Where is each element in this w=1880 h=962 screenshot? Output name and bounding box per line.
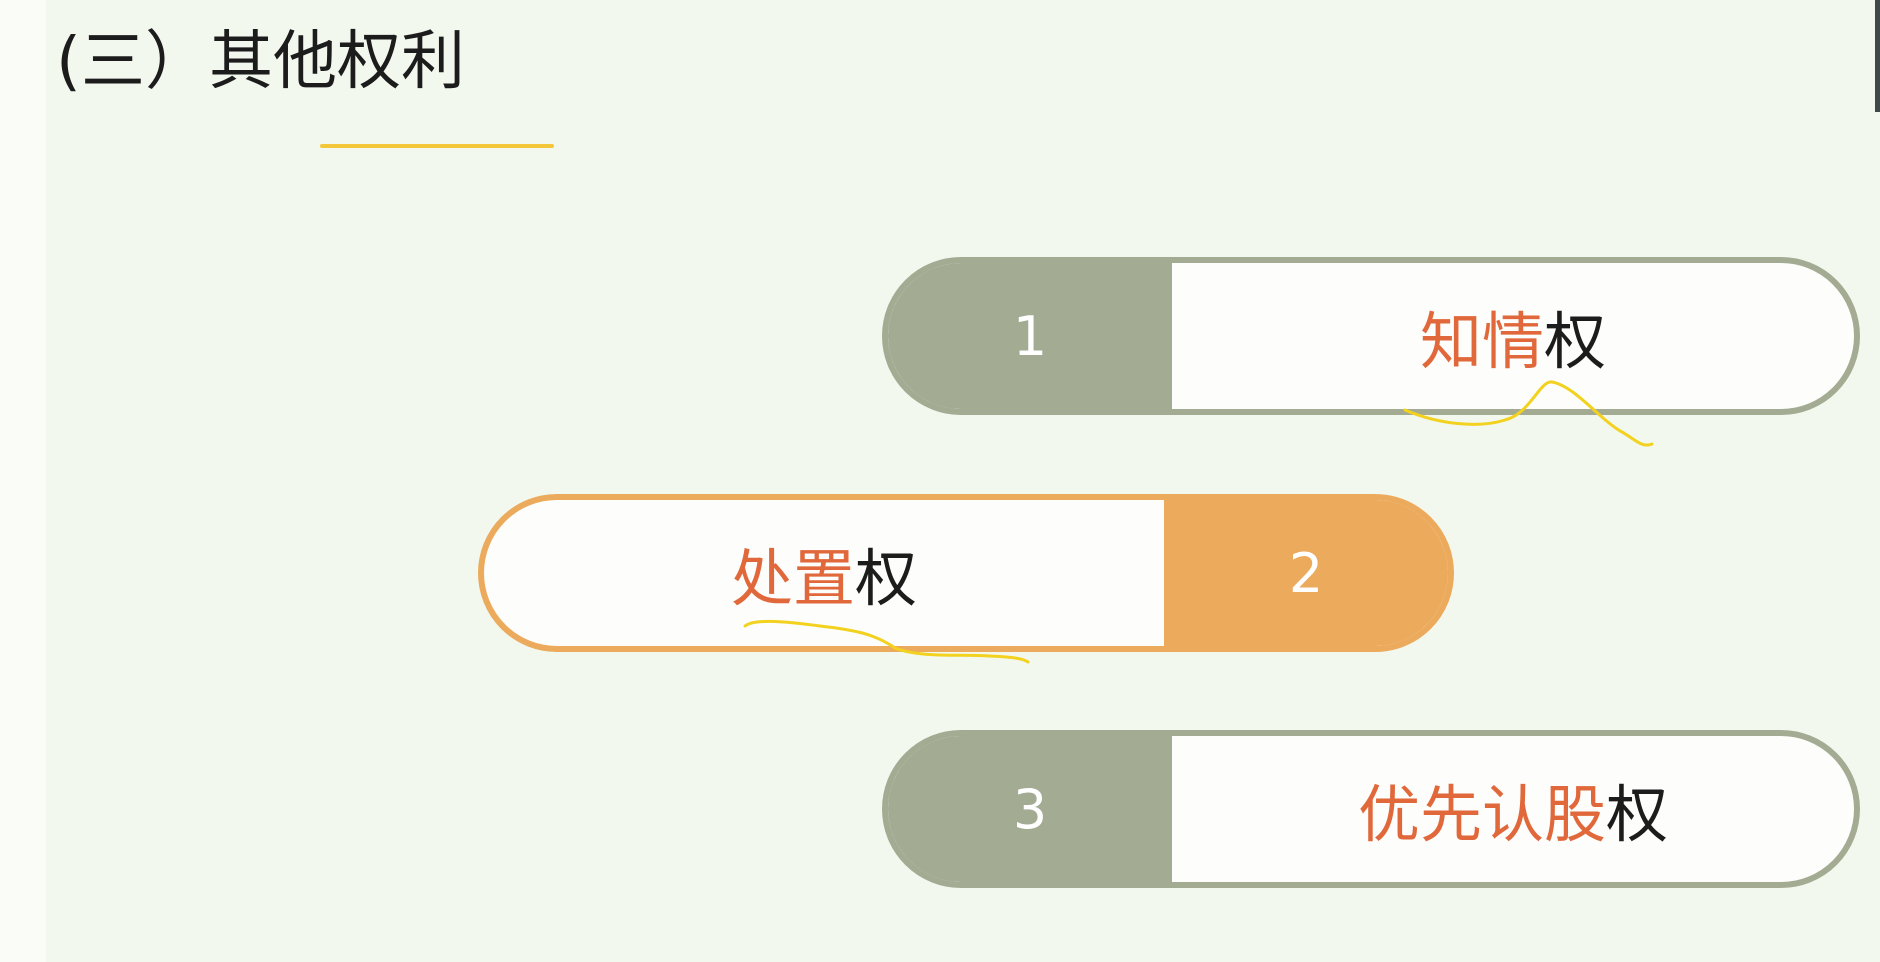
right-edge-bar: [1875, 0, 1880, 112]
right-item-2: 处置权 2: [478, 494, 1454, 652]
item-label-highlight: 优先认股: [1357, 778, 1606, 851]
item-number: 1: [888, 263, 1172, 409]
item-label-suffix: 权: [1606, 778, 1669, 851]
item-label-highlight: 处置: [730, 542, 855, 615]
item-label: 知情权: [1172, 263, 1854, 409]
item-label: 优先认股权: [1172, 736, 1854, 882]
item-label-highlight: 知情: [1419, 305, 1544, 378]
left-margin: [0, 0, 46, 962]
right-item-3: 3 优先认股权: [882, 730, 1860, 888]
item-number: 2: [1164, 500, 1448, 646]
item-label-suffix: 权: [1544, 305, 1607, 378]
slide: (三）其他权利 1 知情权 处置权 2 3 优先认股权: [0, 0, 1880, 962]
item-label: 处置权: [484, 500, 1164, 646]
slide-title: (三）其他权利: [56, 25, 465, 99]
title-underline: [320, 144, 554, 148]
item-label-suffix: 权: [855, 542, 918, 615]
item-number: 3: [888, 736, 1172, 882]
right-item-1: 1 知情权: [882, 257, 1860, 415]
